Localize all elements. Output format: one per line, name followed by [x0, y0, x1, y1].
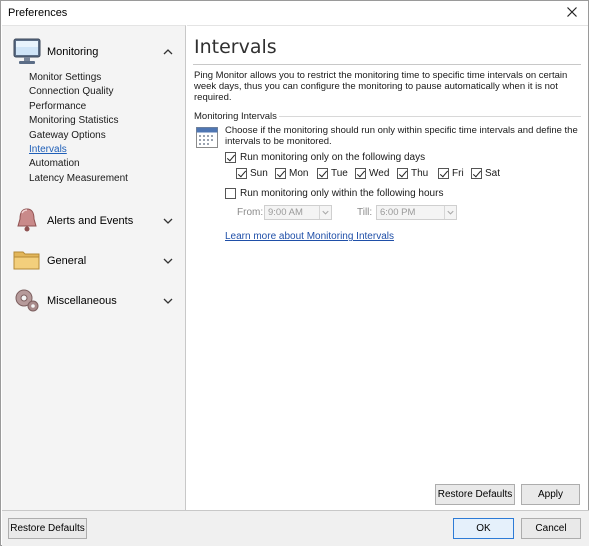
restore-defaults-button[interactable]: Restore Defaults	[435, 484, 515, 505]
calendar-icon	[196, 127, 218, 148]
bell-icon	[17, 208, 37, 232]
sidebar-item-performance[interactable]: Performance	[29, 100, 86, 113]
till-time-value: 6:00 PM	[380, 207, 416, 218]
run-hours-label: Run monitoring only within the following…	[240, 188, 444, 199]
sidebar-group-general[interactable]: General	[2, 245, 186, 277]
chevron-down-icon	[444, 206, 454, 219]
day-checkbox-wed[interactable]	[355, 168, 366, 179]
day-checkbox-sat[interactable]	[471, 168, 482, 179]
sidebar-group-monitoring[interactable]: Monitoring	[2, 36, 186, 68]
sidebar-item-latency-measurement[interactable]: Latency Measurement	[29, 172, 128, 185]
from-time-select[interactable]: 9:00 AM	[264, 205, 332, 220]
gear-icon	[15, 289, 39, 312]
day-checkbox-thu[interactable]	[397, 168, 408, 179]
from-label: From:	[237, 207, 264, 218]
day-label: Sun	[250, 168, 268, 179]
till-time-select[interactable]: 6:00 PM	[376, 205, 457, 220]
apply-button[interactable]: Apply	[521, 484, 580, 505]
sidebar-group-label: Monitoring	[47, 46, 99, 58]
sidebar-item-gateway-options[interactable]: Gateway Options	[29, 129, 106, 142]
day-label: Wed	[369, 168, 390, 179]
day-label: Fri	[452, 168, 464, 179]
sidebar-item-connection-quality[interactable]: Connection Quality	[29, 85, 114, 98]
title-divider	[193, 64, 581, 65]
sidebar-group-label: Alerts and Events	[47, 215, 134, 227]
chevron-down-icon[interactable]	[162, 255, 174, 267]
section-description: Choose if the monitoring should run only…	[225, 125, 578, 147]
preferences-window: Preferences Monitoring Monitor Settings …	[0, 0, 589, 546]
chevron-up-icon[interactable]	[162, 46, 174, 58]
title-bar: Preferences	[1, 1, 588, 25]
window-title: Preferences	[8, 7, 68, 19]
day-label: Tue	[331, 168, 348, 179]
ok-button[interactable]: OK	[453, 518, 514, 539]
sidebar-group-miscellaneous[interactable]: Miscellaneous	[2, 285, 186, 317]
chevron-down-icon[interactable]	[162, 215, 174, 227]
monitor-icon	[13, 38, 41, 64]
chevron-down-icon	[319, 206, 329, 219]
from-time-value: 9:00 AM	[268, 207, 303, 218]
day-checkbox-sun[interactable]	[236, 168, 247, 179]
section-title: Monitoring Intervals	[194, 111, 277, 122]
learn-more-link[interactable]: Learn more about Monitoring Intervals	[225, 231, 394, 242]
run-days-checkbox[interactable]	[225, 152, 236, 163]
sidebar: Monitoring Monitor Settings Connection Q…	[2, 25, 186, 510]
sidebar-item-monitoring-statistics[interactable]: Monitoring Statistics	[29, 114, 118, 127]
run-hours-checkbox[interactable]	[225, 188, 236, 199]
day-label: Thu	[411, 168, 429, 179]
day-label: Sat	[485, 168, 501, 179]
day-checkbox-fri[interactable]	[438, 168, 449, 179]
sidebar-group-label: Miscellaneous	[47, 295, 117, 307]
section-divider	[279, 116, 581, 117]
sidebar-group-label: General	[47, 255, 87, 267]
dialog-footer: Restore Defaults OK Cancel	[2, 510, 589, 546]
page-title: Intervals	[194, 36, 277, 58]
close-icon[interactable]	[564, 4, 580, 20]
run-days-label: Run monitoring only on the following day…	[240, 152, 426, 163]
sidebar-item-intervals[interactable]: Intervals	[29, 143, 67, 156]
main-panel: Intervals Ping Monitor allows you to res…	[187, 25, 588, 510]
day-checkbox-mon[interactable]	[275, 168, 286, 179]
page-description: Ping Monitor allows you to restrict the …	[194, 70, 568, 103]
chevron-down-icon[interactable]	[162, 295, 174, 307]
sidebar-item-monitor-settings[interactable]: Monitor Settings	[29, 71, 101, 84]
till-label: Till:	[357, 207, 373, 218]
folder-icon	[13, 251, 40, 270]
footer-restore-defaults-button[interactable]: Restore Defaults	[8, 518, 87, 539]
sidebar-group-alerts-and-events[interactable]: Alerts and Events	[2, 205, 186, 237]
day-checkbox-tue[interactable]	[317, 168, 328, 179]
cancel-button[interactable]: Cancel	[521, 518, 581, 539]
day-label: Mon	[289, 168, 309, 179]
sidebar-item-automation[interactable]: Automation	[29, 157, 80, 170]
